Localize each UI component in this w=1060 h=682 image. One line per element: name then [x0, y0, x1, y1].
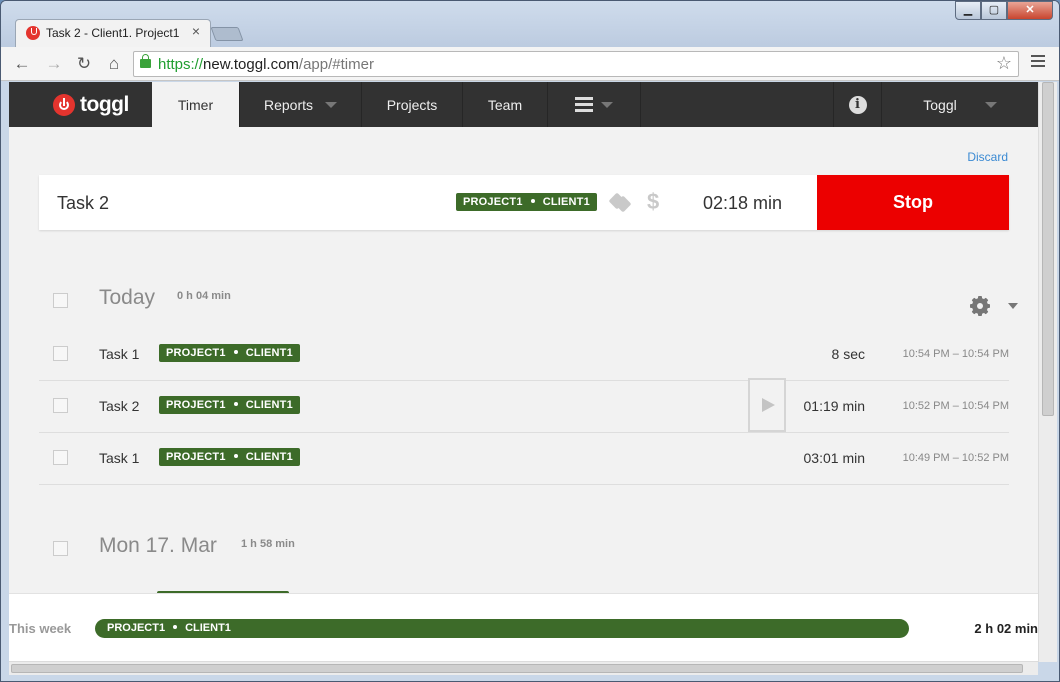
week-project-bar[interactable]: PROJECT1 CLIENT1	[95, 619, 909, 638]
timer-page: Discard Task 2 PROJECT1 CLIENT1 $ 02:18 m…	[9, 127, 1038, 593]
entry-description[interactable]: Task 2	[99, 398, 139, 414]
day-title: Today	[99, 286, 156, 309]
scrollbar-thumb[interactable]	[1042, 82, 1054, 416]
hamburger-icon	[575, 94, 593, 115]
day-title: Mon 17. Mar	[99, 534, 217, 557]
nav-timer[interactable]: Timer	[152, 82, 239, 127]
entry-project-tag[interactable]: PROJECT1 CLIENT1	[159, 396, 300, 414]
stop-button[interactable]: Stop	[817, 175, 1009, 230]
url-text: https://new.toggl.com/app/#timer	[158, 56, 374, 73]
day-select-checkbox[interactable]	[53, 541, 68, 556]
title-bar: Task 2 - Client1. Project1 × ▁ ▢ ✕	[1, 1, 1059, 47]
week-label: This week	[9, 621, 72, 636]
entry-description[interactable]: Task 1	[99, 346, 139, 362]
vertical-scrollbar[interactable]	[1038, 82, 1057, 662]
chevron-down-icon	[984, 101, 997, 108]
weekly-summary-bar: This week PROJECT1 CLIENT1 2 h 02 min	[9, 593, 1038, 661]
nav-team[interactable]: Team	[462, 82, 547, 127]
time-entry-row[interactable]: Task 1 PROJECT1 CLIENT1 8 sec 10:54 PM – …	[39, 329, 1009, 381]
week-total: 2 h 02 min	[974, 621, 1038, 636]
nav-reports[interactable]: Reports	[239, 82, 361, 127]
browser-toolbar: ← → ↻ ⌂ https://new.toggl.com/app/#timer…	[1, 47, 1059, 81]
window-border	[1, 675, 1059, 681]
entry-checkbox[interactable]	[53, 450, 68, 465]
reload-icon[interactable]: ↻	[73, 53, 95, 75]
timer-duration[interactable]: 02:18 min	[703, 193, 782, 214]
forward-arrow-icon[interactable]: →	[43, 53, 65, 75]
new-tab-button[interactable]	[210, 27, 244, 41]
time-entry-row[interactable]: Task 2 PROJECT1 CLIENT1 01:19 min 10:52 P…	[39, 378, 1009, 433]
entry-time-range[interactable]: 10:54 PM – 10:54 PM	[903, 348, 1009, 360]
nav-projects[interactable]: Projects	[361, 82, 462, 127]
close-window-button[interactable]: ✕	[1007, 1, 1053, 20]
home-icon[interactable]: ⌂	[103, 53, 125, 75]
info-icon: i	[848, 95, 867, 114]
gear-icon[interactable]	[970, 296, 990, 316]
entry-project-tag[interactable]: PROJECT1 CLIENT1	[159, 344, 300, 362]
bookmark-star-icon[interactable]: ☆	[996, 53, 1012, 74]
scrollbar-thumb[interactable]	[11, 664, 1023, 673]
day-total: 1 h 58 min	[241, 538, 295, 550]
entry-checkbox[interactable]	[53, 398, 68, 413]
timer-description[interactable]: Task 2	[57, 193, 109, 214]
nav-info[interactable]: i	[833, 82, 881, 127]
window-controls: ▁ ▢ ✕	[955, 1, 1053, 21]
minimize-button[interactable]: ▁	[955, 1, 981, 20]
entry-project-tag[interactable]: PROJECT1 CLIENT1	[159, 448, 300, 466]
tag-icon[interactable]	[609, 192, 629, 210]
entry-time-range[interactable]: 10:49 PM – 10:52 PM	[903, 452, 1009, 464]
running-timer: Task 2 PROJECT1 CLIENT1 $ 02:18 min Stop	[39, 175, 1009, 230]
day-select-checkbox[interactable]	[53, 293, 68, 308]
chevron-down-icon[interactable]	[1008, 303, 1018, 309]
window-border	[1, 82, 9, 681]
browser-menu-icon[interactable]	[1031, 55, 1045, 69]
billable-dollar-icon[interactable]: $	[647, 189, 659, 215]
nav-more-menu[interactable]	[547, 82, 641, 127]
power-icon	[53, 94, 75, 116]
horizontal-scrollbar[interactable]	[9, 661, 1038, 675]
entry-checkbox[interactable]	[53, 346, 68, 361]
back-arrow-icon[interactable]: ←	[11, 53, 33, 75]
entry-description[interactable]: Task 1	[99, 450, 139, 466]
day-total: 0 h 04 min	[177, 290, 231, 302]
browser-tab[interactable]: Task 2 - Client1. Project1 ×	[15, 19, 211, 47]
entry-duration[interactable]: 8 sec	[832, 346, 865, 362]
nav-user-menu[interactable]: Toggl	[881, 82, 1038, 127]
timer-project-tag[interactable]: PROJECT1 CLIENT1	[456, 193, 597, 211]
time-entry-row[interactable]: Task 1 PROJECT1 CLIENT1 03:01 min 10:49 P…	[39, 433, 1009, 485]
toggl-logo[interactable]: toggl	[53, 93, 129, 117]
discard-link[interactable]: Discard	[967, 150, 1008, 164]
maximize-button[interactable]: ▢	[981, 1, 1007, 20]
tab-title: Task 2 - Client1. Project1	[46, 26, 180, 40]
continue-play-icon[interactable]	[748, 378, 786, 432]
chevron-down-icon	[601, 101, 613, 108]
toggl-favicon-icon	[26, 26, 40, 40]
browser-window: Task 2 - Client1. Project1 × ▁ ▢ ✕ ← → ↻…	[0, 0, 1060, 682]
app-navigation: toggl Timer Reports Projects Team i Togg…	[9, 82, 1038, 127]
address-bar[interactable]: https://new.toggl.com/app/#timer ☆	[133, 51, 1019, 77]
chevron-down-icon	[325, 101, 338, 108]
entry-time-range[interactable]: 10:52 PM – 10:54 PM	[903, 400, 1009, 412]
tab-close-icon[interactable]: ×	[192, 23, 200, 39]
lock-icon	[140, 54, 151, 68]
entry-duration[interactable]: 01:19 min	[804, 398, 865, 414]
entry-duration[interactable]: 03:01 min	[804, 450, 865, 466]
